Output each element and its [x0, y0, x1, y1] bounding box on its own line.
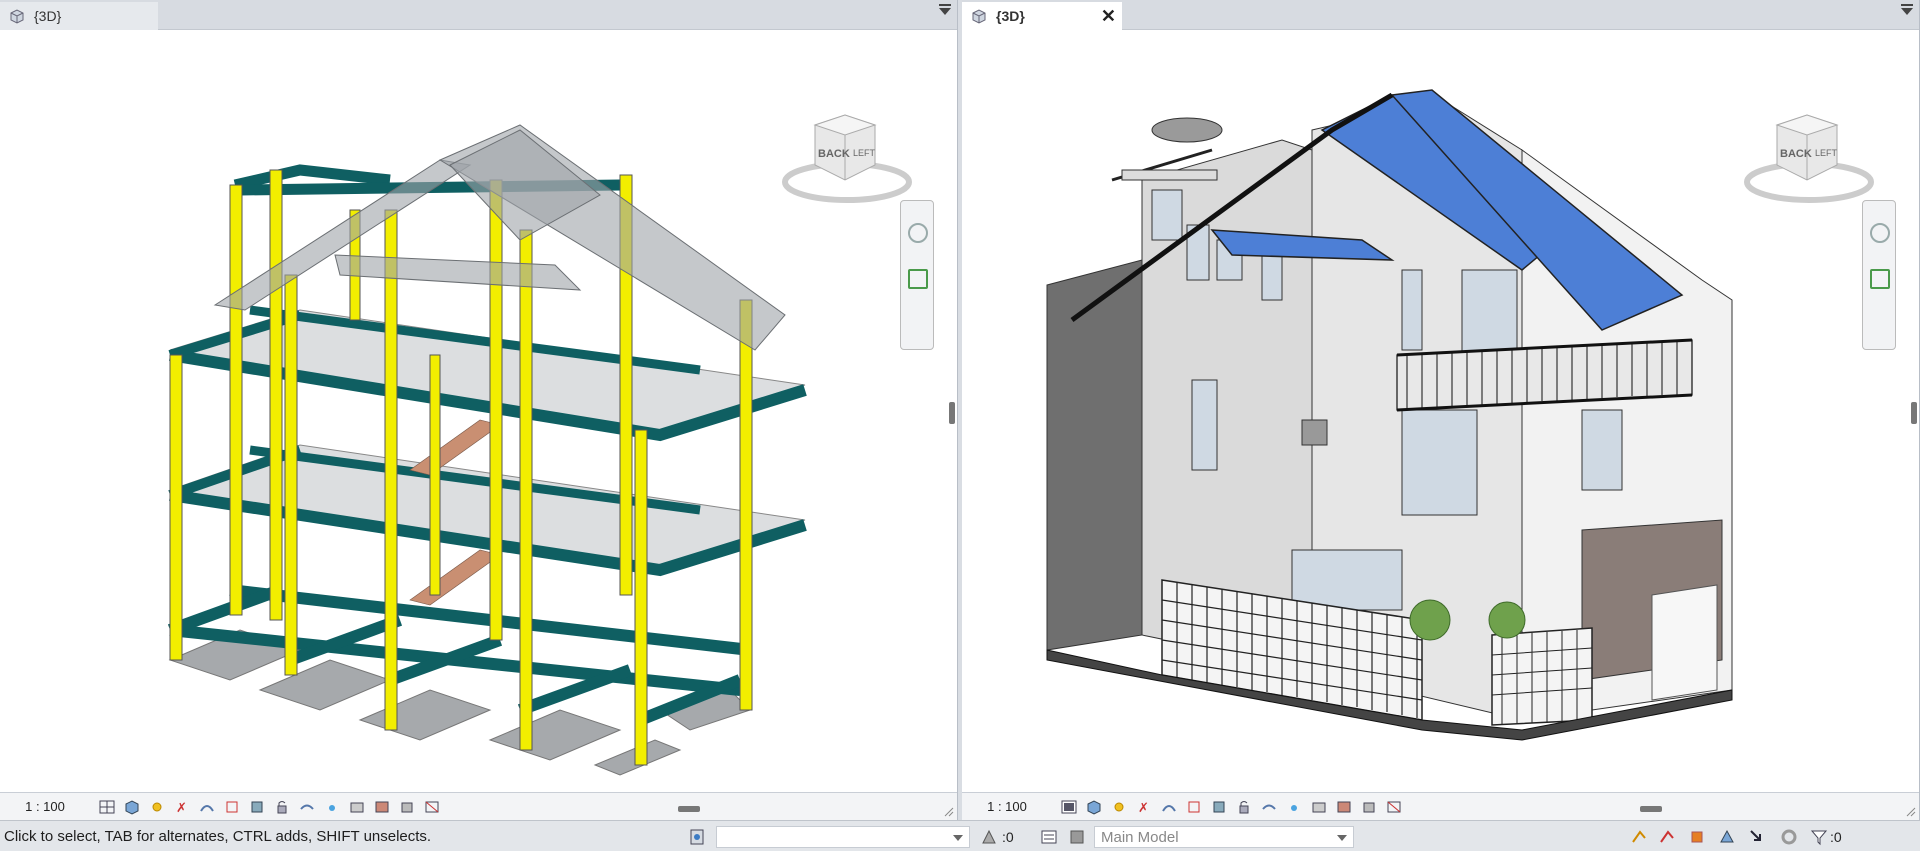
- tab-right-3d[interactable]: {3D} ✕: [962, 2, 1122, 30]
- design-option-dropdown[interactable]: Main Model: [1094, 826, 1354, 848]
- shadows-icon[interactable]: ✗: [1133, 798, 1154, 816]
- resize-grip-icon[interactable]: [944, 807, 954, 817]
- steering-wheel-icon[interactable]: [908, 223, 928, 243]
- zoom-icon[interactable]: [908, 269, 928, 289]
- filter-count: :0: [1830, 829, 1842, 845]
- 3d-view-icon: [972, 9, 986, 24]
- steering-wheel-icon[interactable]: [1870, 223, 1890, 243]
- selection-count: :0: [1002, 829, 1014, 845]
- select-underlay-icon[interactable]: [1656, 826, 1678, 848]
- select-by-face-icon[interactable]: [1716, 826, 1738, 848]
- show-crop-icon[interactable]: [1208, 798, 1229, 816]
- tab-dropdown-icon[interactable]: [1901, 4, 1913, 15]
- slab-level-2: [168, 444, 807, 577]
- analytical-model-icon[interactable]: [1383, 798, 1404, 816]
- viewcube-left-label: LEFT: [1815, 148, 1838, 158]
- vertical-splitter-handle[interactable]: [1911, 402, 1917, 424]
- view-control-bar: 1 : 100 ✗: [962, 792, 1919, 820]
- render-icon[interactable]: [196, 798, 217, 816]
- status-bar: Click to select, TAB for alternates, CTR…: [0, 820, 1920, 851]
- exclude-options-icon[interactable]: [1066, 826, 1088, 848]
- reveal-hidden-icon[interactable]: [321, 798, 342, 816]
- editable-only-icon[interactable]: [978, 826, 1000, 848]
- horizontal-scroll-handle[interactable]: [1640, 806, 1662, 812]
- sun-path-icon[interactable]: [1108, 798, 1129, 816]
- reveal-hidden-icon[interactable]: [1283, 798, 1304, 816]
- 3d-view-icon: [10, 9, 24, 24]
- viewcube-left-label: LEFT: [853, 148, 876, 158]
- solar-water-heater: [1111, 117, 1223, 182]
- close-tab-icon[interactable]: ✕: [1101, 6, 1116, 27]
- reveal-constraints-icon[interactable]: [396, 798, 417, 816]
- viewcube[interactable]: BACK LEFT: [1742, 90, 1877, 210]
- filter-icon[interactable]: [1808, 826, 1830, 848]
- analytical-model-icon[interactable]: [421, 798, 442, 816]
- right-3d-view[interactable]: {3D} ✕ BACK LEFT 1: 100 ✗: [962, 0, 1920, 820]
- left-3d-view[interactable]: {3D} BACK LEFT 1: 100 ✗: [0, 0, 958, 820]
- viewcube[interactable]: BACK LEFT: [780, 90, 915, 210]
- viewcube-back-label: BACK: [818, 148, 850, 160]
- worksharing-display-icon[interactable]: [371, 798, 392, 816]
- vertical-splitter-handle[interactable]: [949, 402, 955, 424]
- background-process-icon[interactable]: [1778, 826, 1800, 848]
- viewcube-back-label: BACK: [1780, 148, 1812, 160]
- show-crop-icon[interactable]: [246, 798, 267, 816]
- chevron-down-icon: [1337, 835, 1347, 841]
- svg-text:✗: ✗: [176, 801, 187, 815]
- detail-level-icon[interactable]: [1058, 798, 1079, 816]
- temporary-hide-icon[interactable]: [1258, 798, 1279, 816]
- tab-label: {3D}: [34, 8, 62, 24]
- reveal-constraints-icon[interactable]: [1358, 798, 1379, 816]
- select-pinned-icon[interactable]: [1686, 826, 1708, 848]
- architectural-model-canvas[interactable]: BACK LEFT: [962, 30, 1919, 792]
- navigation-bar[interactable]: [1862, 200, 1896, 350]
- horizontal-scroll-handle[interactable]: [678, 806, 700, 812]
- navigation-bar[interactable]: [900, 200, 934, 350]
- temporary-hide-icon[interactable]: [296, 798, 317, 816]
- shadows-icon[interactable]: ✗: [171, 798, 192, 816]
- resize-grip-icon[interactable]: [1906, 807, 1916, 817]
- slab-level-3: [168, 305, 807, 442]
- view-scale[interactable]: 1 : 100: [962, 799, 1052, 814]
- visual-style-icon[interactable]: [121, 798, 142, 816]
- detail-level-icon[interactable]: [96, 798, 117, 816]
- right-view-tabbar: {3D} ✕: [962, 0, 1919, 30]
- drag-elements-icon[interactable]: [1746, 826, 1768, 848]
- crop-view-icon[interactable]: [1183, 798, 1204, 816]
- temporary-properties-icon[interactable]: [346, 798, 367, 816]
- design-options-icon[interactable]: [1038, 826, 1060, 848]
- zoom-icon[interactable]: [1870, 269, 1890, 289]
- status-message: Click to select, TAB for alternates, CTR…: [4, 828, 432, 845]
- left-view-tabbar: {3D}: [0, 0, 957, 30]
- tab-label: {3D}: [996, 8, 1025, 24]
- svg-text:✗: ✗: [1138, 801, 1149, 815]
- active-workset-dropdown[interactable]: [716, 826, 970, 848]
- unlock-3d-icon[interactable]: [271, 798, 292, 816]
- crop-view-icon[interactable]: [221, 798, 242, 816]
- sun-path-icon[interactable]: [146, 798, 167, 816]
- visual-style-icon[interactable]: [1083, 798, 1104, 816]
- select-links-icon[interactable]: [1628, 826, 1650, 848]
- tab-dropdown-icon[interactable]: [939, 4, 951, 15]
- worksets-icon[interactable]: [686, 826, 708, 848]
- view-scale[interactable]: 1 : 100: [0, 799, 90, 814]
- design-option-value: Main Model: [1101, 828, 1179, 846]
- chevron-down-icon: [953, 835, 963, 841]
- unlock-3d-icon[interactable]: [1233, 798, 1254, 816]
- structural-model-canvas[interactable]: BACK LEFT: [0, 30, 957, 792]
- render-icon[interactable]: [1158, 798, 1179, 816]
- temporary-properties-icon[interactable]: [1308, 798, 1329, 816]
- view-control-bar: 1 : 100 ✗: [0, 792, 957, 820]
- worksharing-display-icon[interactable]: [1333, 798, 1354, 816]
- tab-left-3d[interactable]: {3D}: [0, 2, 158, 30]
